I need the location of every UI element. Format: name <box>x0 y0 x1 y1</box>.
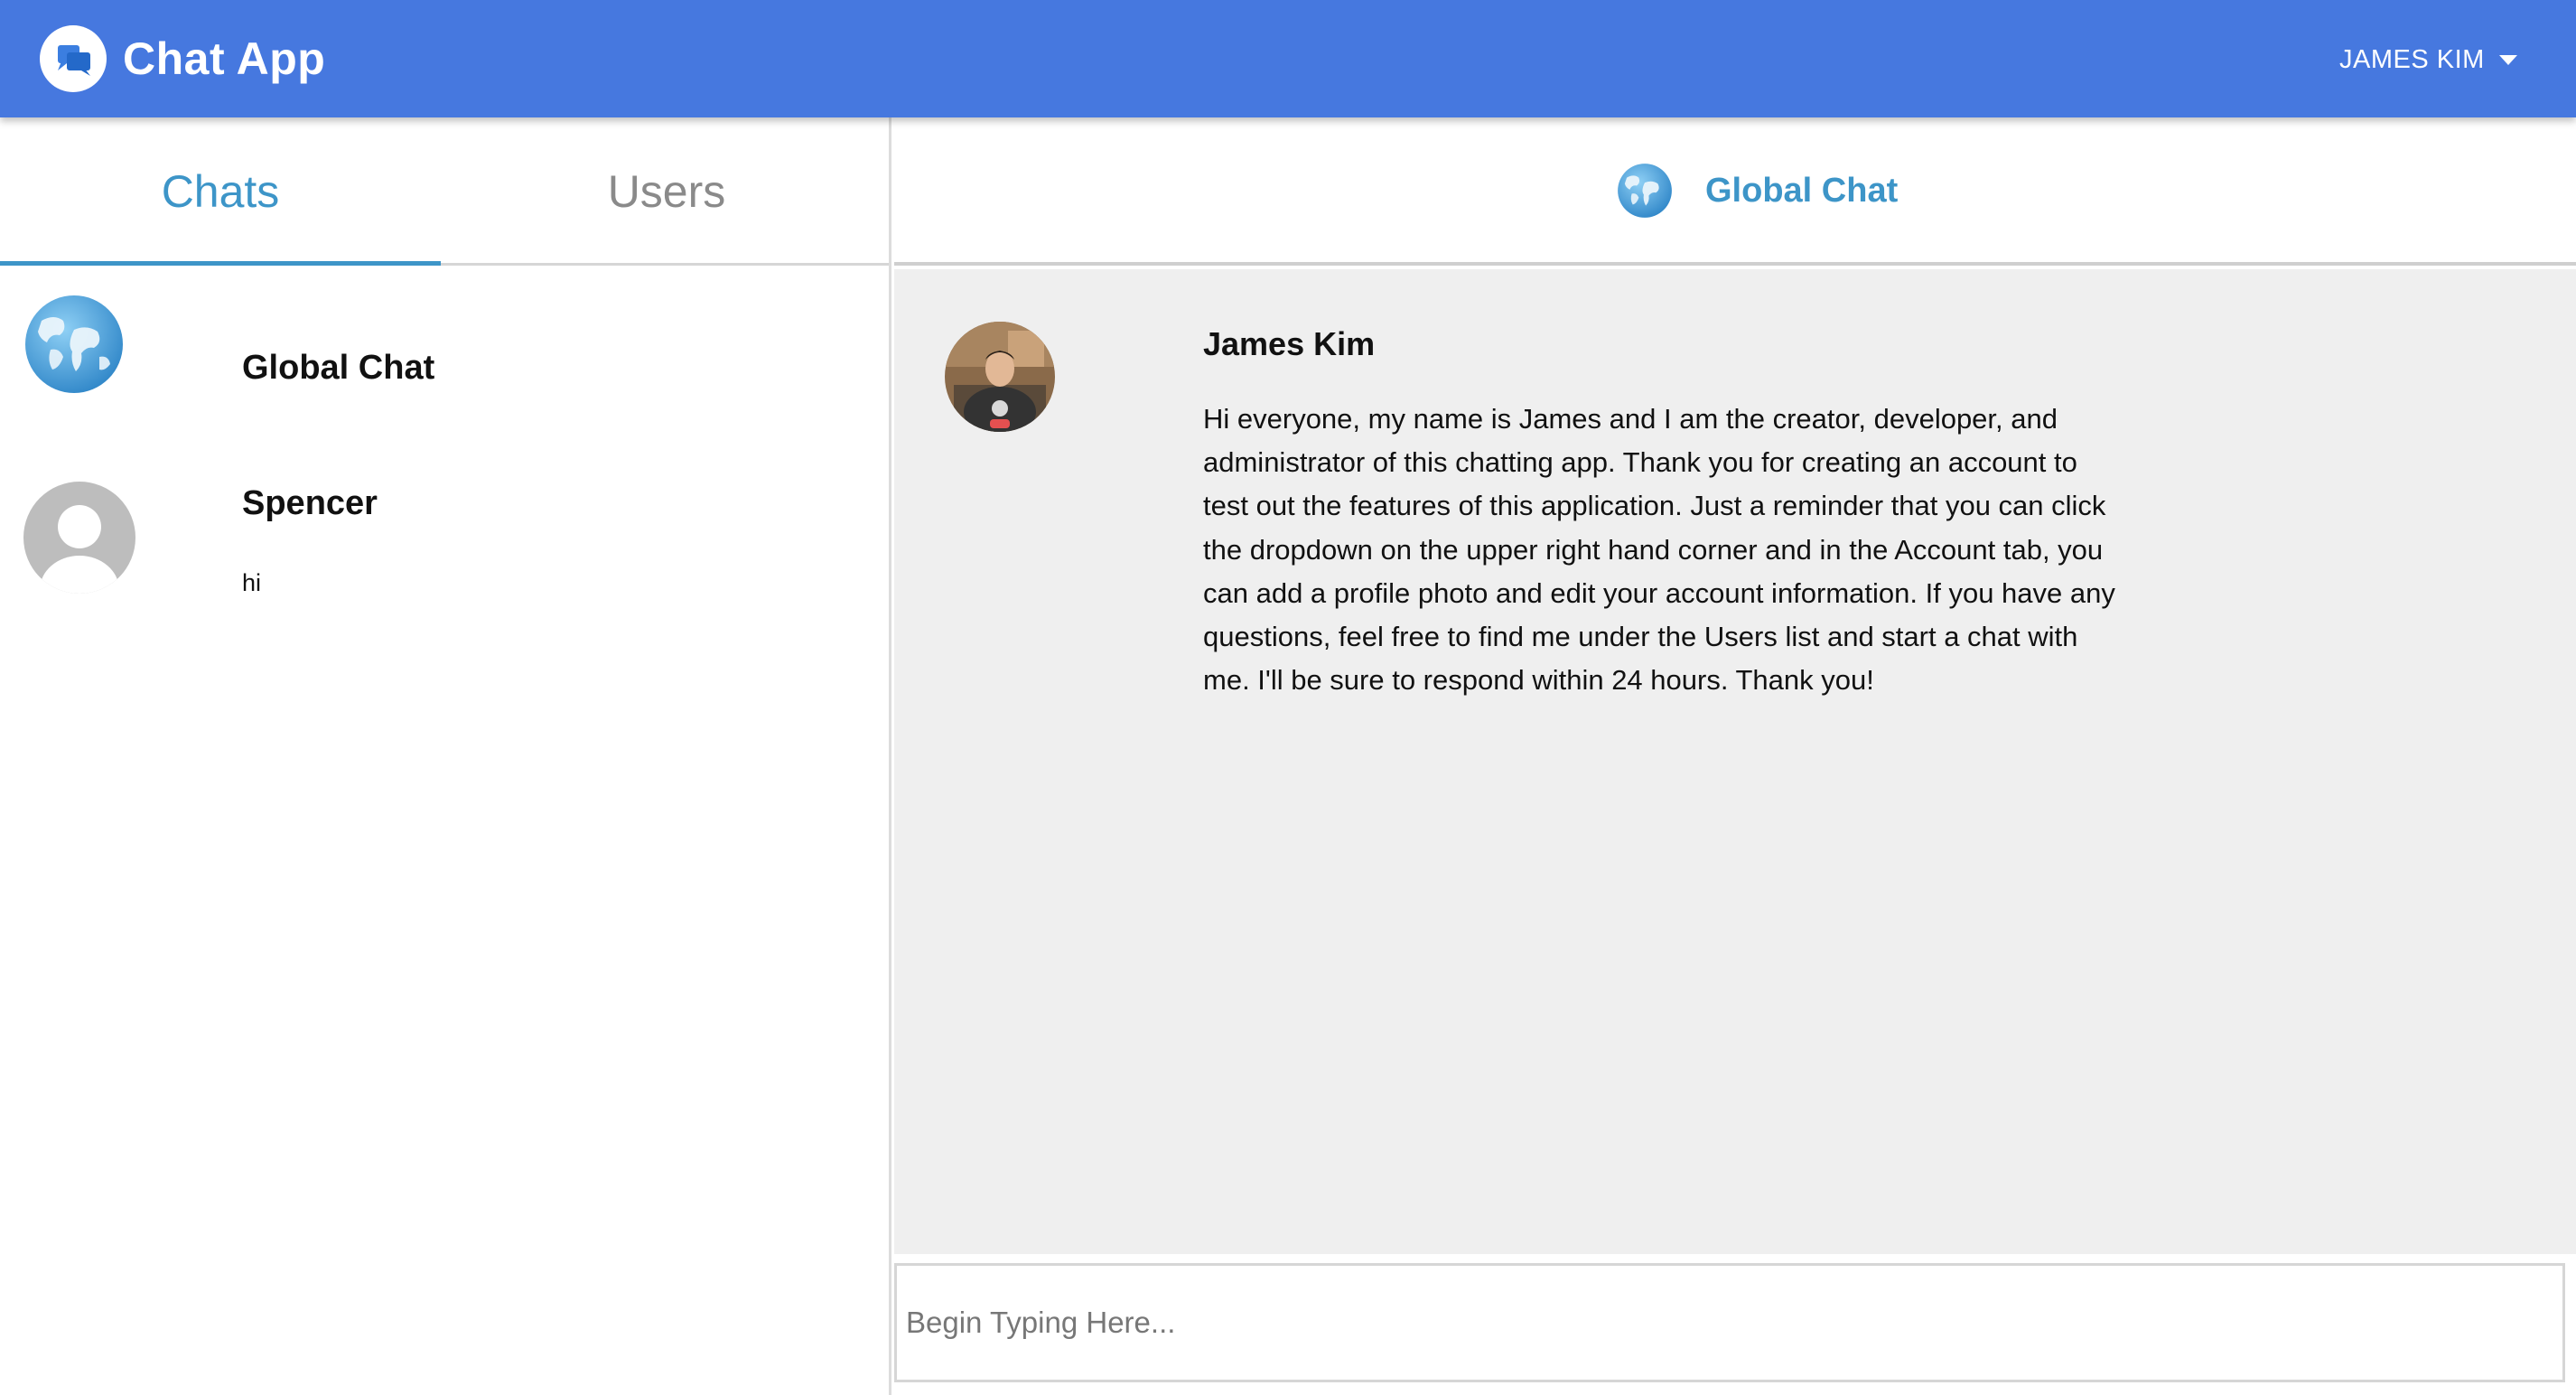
app-bar: Chat App JAMES KIM <box>0 0 2576 117</box>
default-user-avatar <box>23 482 135 594</box>
message-composer <box>894 1263 2565 1382</box>
chat-bubbles-icon[interactable] <box>40 25 107 92</box>
message-text: Hi everyone, my name is James and I am t… <box>1203 403 2115 697</box>
active-tab-indicator <box>0 261 441 266</box>
conversation-title-group: Global Chat <box>1617 163 1898 219</box>
chat-list-item-name: Spencer <box>242 484 378 522</box>
app-title[interactable]: Chat App <box>123 31 325 87</box>
chat-app: Chat App JAMES KIM Chats Users Global Ch… <box>0 0 2576 1395</box>
message-author: James Kim <box>1203 325 1376 362</box>
sidebar-tabs: Chats Users <box>0 117 889 266</box>
conversation-header: Global Chat <box>894 117 2576 266</box>
tab-chats[interactable]: Chats <box>0 117 441 266</box>
conversation-title: Global Chat <box>1705 171 1899 210</box>
sidebar: Chats Users Global Chat Spencer hi <box>0 117 891 1395</box>
tab-users[interactable]: Users <box>446 117 887 266</box>
user-menu-dropdown[interactable]: JAMES KIM <box>2339 36 2517 83</box>
chat-list-item-name: Global Chat <box>242 349 435 387</box>
user-menu-label: JAMES KIM <box>2339 44 2485 74</box>
globe-icon <box>1617 163 1673 219</box>
chat-list-item-preview: hi <box>242 569 262 596</box>
globe-icon <box>23 294 125 395</box>
message-list: James Kim Hi everyone, my name is James … <box>894 269 2576 1254</box>
caret-down-icon <box>2498 54 2517 65</box>
message-input[interactable] <box>906 1275 2550 1371</box>
user-photo-avatar[interactable] <box>945 322 1055 432</box>
